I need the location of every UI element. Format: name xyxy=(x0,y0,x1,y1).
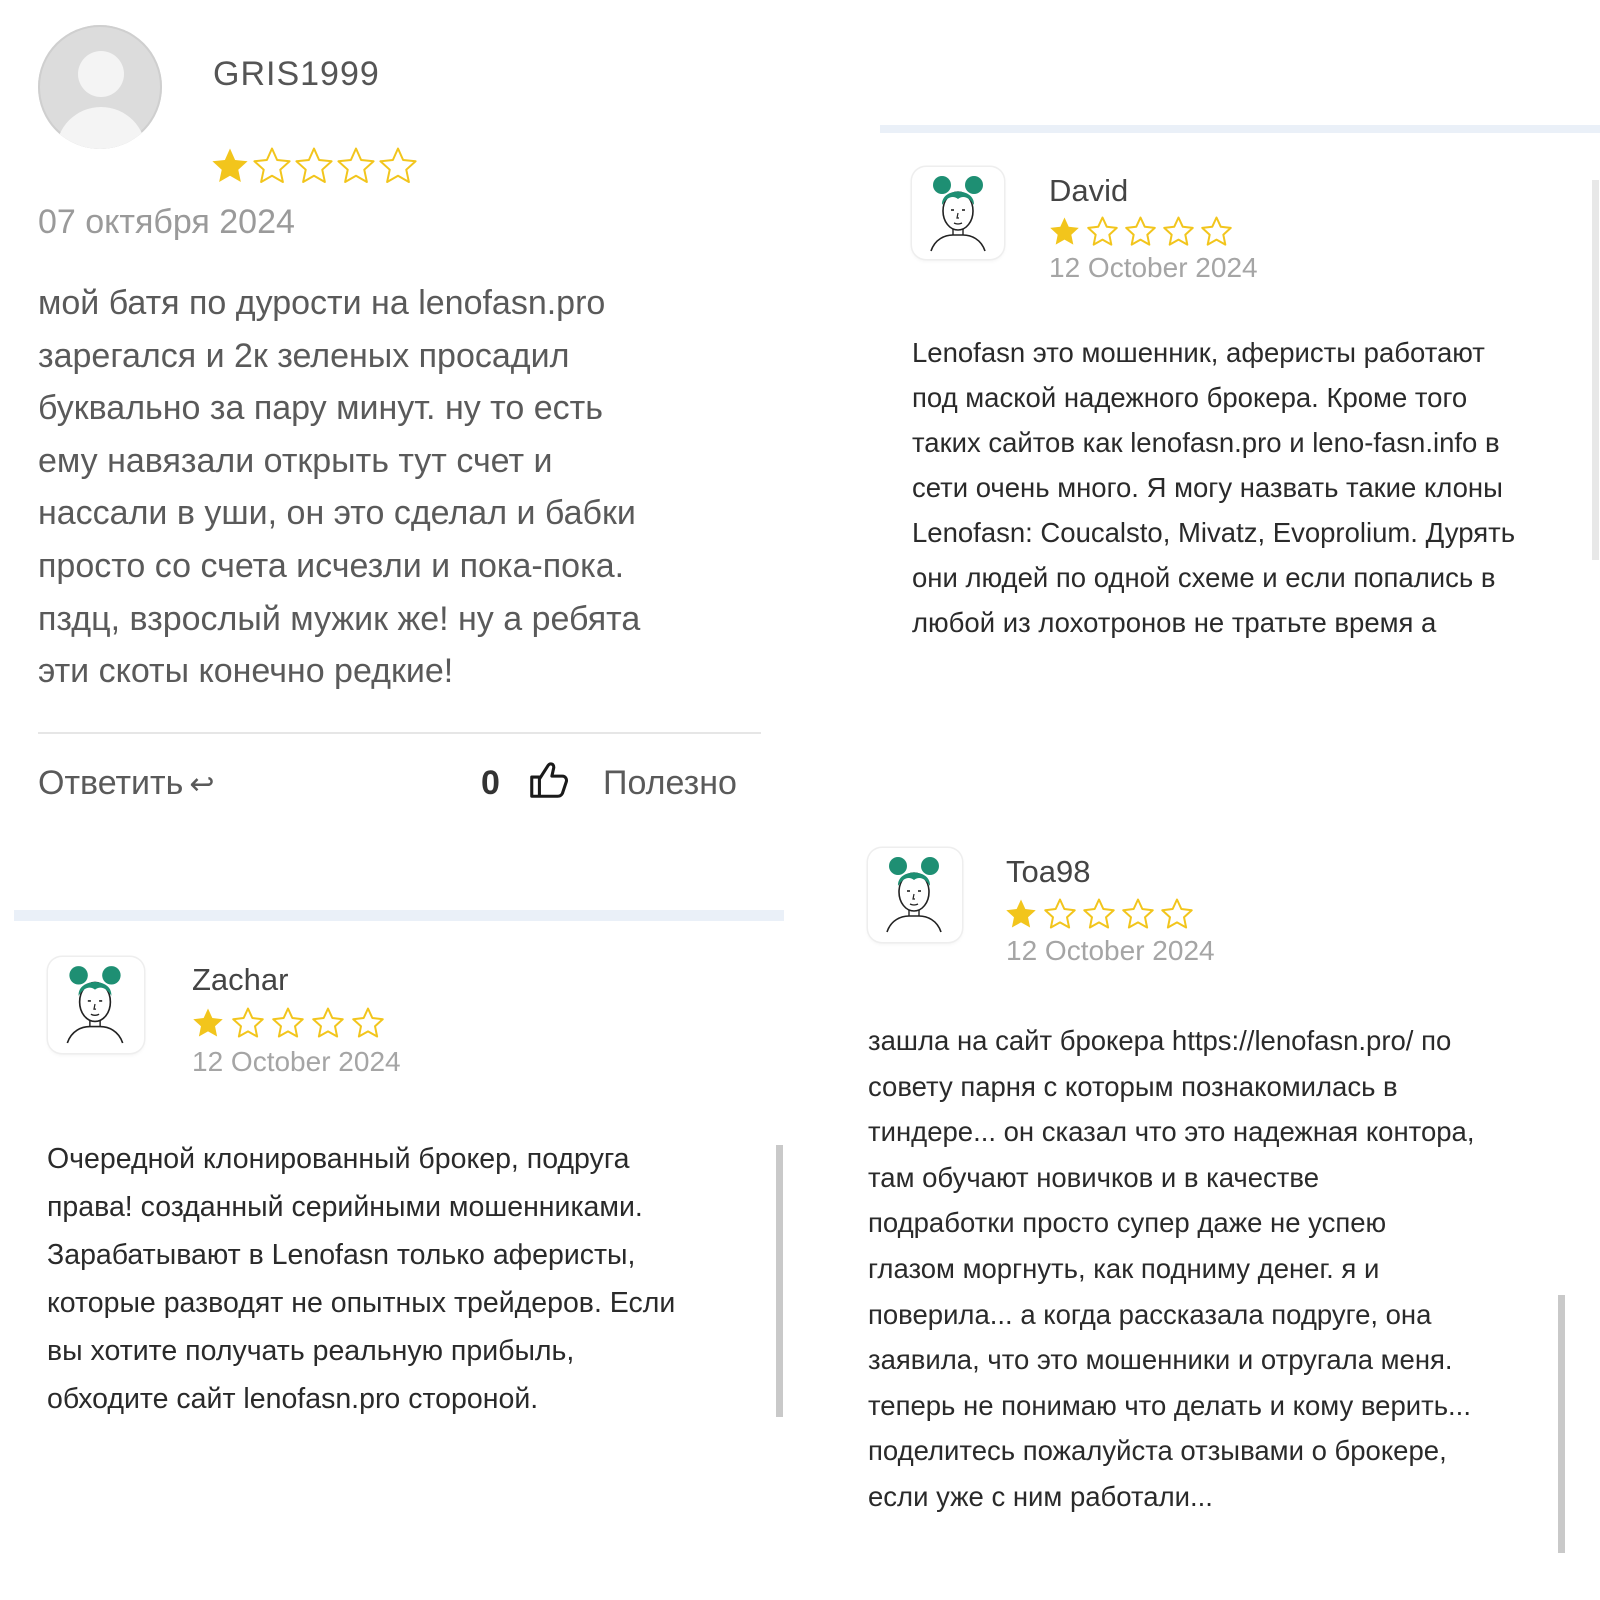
star-rating xyxy=(191,1006,385,1045)
girl-avatar-icon xyxy=(59,963,131,1045)
text-line: поделитесь пожалуйста отзывами о брокере… xyxy=(868,1435,1447,1467)
star-rating xyxy=(1004,897,1194,936)
text-line: просто со счета исчезли и пока-пока. xyxy=(38,546,625,585)
star-empty-icon xyxy=(1161,898,1193,929)
review-text: зашла на сайт брокера https://lenofasn.p… xyxy=(868,1018,1474,1520)
review-collage: GRIS1999 07 октября 2024 мой батя по дур… xyxy=(0,0,1600,1600)
text-line: эти скоты конечно редкие! xyxy=(38,652,454,691)
star-empty-icon xyxy=(379,147,417,183)
girl-avatar-icon xyxy=(879,854,949,934)
scrollbar[interactable] xyxy=(1592,180,1599,560)
review-text: Очередной клонированный брокер, подруга … xyxy=(47,1135,675,1423)
card-top-border xyxy=(880,125,1600,133)
text-line: под маской надежного брокера. Кроме того xyxy=(912,382,1468,413)
star-empty-icon xyxy=(1201,216,1232,246)
text-line: заявила, что это мошенники и отругала ме… xyxy=(868,1344,1453,1376)
text-line: Lenofasn это мошенник, аферисты работают xyxy=(912,337,1485,368)
avatar xyxy=(48,957,144,1053)
text-line: вы хотите получать реальную прибыль, xyxy=(47,1335,575,1367)
review-text: мой батя по дурости на lenofasn.pro заре… xyxy=(38,277,768,698)
review-card-gris: GRIS1999 07 октября 2024 мой батя по дур… xyxy=(0,0,800,805)
star-rating xyxy=(210,146,418,191)
text-line: нассали в уши, он это сделал и бабки xyxy=(38,494,636,533)
review-card-david: David 12 October 2024 Lenofasn это мошен… xyxy=(880,125,1600,665)
divider xyxy=(38,732,761,734)
text-line: поверила... а когда рассказала подруге, … xyxy=(868,1298,1432,1330)
review-author: David xyxy=(1049,173,1129,208)
avatar xyxy=(912,167,1004,259)
text-line: Зарабатывают в Lenofasn только аферисты, xyxy=(47,1239,636,1271)
text-line: мой батя по дурости на lenofasn.pro xyxy=(38,284,606,322)
review-author: Zachar xyxy=(192,962,289,997)
text-line: зашла на сайт брокера https://lenofasn.p… xyxy=(868,1025,1452,1056)
review-date: 12 October 2024 xyxy=(1006,935,1215,966)
star-empty-icon xyxy=(272,1007,304,1038)
text-line: права! созданный серийными мошенниками. xyxy=(47,1191,643,1223)
review-card-zachar: Zachar 12 October 2024 Очередной клониро… xyxy=(14,910,804,1430)
review-card-toa: Toa98 12 October 2024 зашла на сайт брок… xyxy=(860,840,1600,1570)
star-empty-icon xyxy=(1044,898,1076,929)
scrollbar[interactable] xyxy=(1558,1295,1565,1553)
text-line: буквально за пару минут. ну то есть xyxy=(38,389,603,428)
text-line: глазом моргнуть, как подниму денег. я и xyxy=(868,1252,1380,1284)
reply-arrow-icon: ↩ xyxy=(189,768,215,801)
star-filled-icon xyxy=(1006,899,1036,928)
avatar xyxy=(868,848,962,942)
text-line: Очередной клонированный брокер, подруга xyxy=(47,1143,630,1175)
text-line: сети очень много. Я могу назвать такие к… xyxy=(912,472,1503,503)
text-line: любой из лохотронов не тратьте время а xyxy=(912,607,1437,638)
reply-button[interactable]: Ответить ↩ xyxy=(38,764,214,803)
thumbs-up-icon[interactable] xyxy=(526,756,572,802)
reply-label: Ответить xyxy=(38,764,184,802)
review-text: Lenofasn это мошенник, аферисты работают… xyxy=(912,330,1515,645)
review-author: GRIS1999 xyxy=(213,55,380,93)
star-empty-icon xyxy=(352,1007,384,1038)
star-empty-icon xyxy=(312,1007,344,1038)
star-empty-icon xyxy=(337,147,375,183)
text-line: пздц, взрослый мужик же! ну а ребята xyxy=(38,599,641,638)
star-empty-icon xyxy=(1163,216,1194,246)
text-line: совету парня с которым познакомилась в xyxy=(868,1070,1398,1102)
text-line: обходите сайт lenofasn.pro стороной. xyxy=(47,1383,539,1415)
star-rating xyxy=(1048,215,1233,253)
text-line: если уже с ним работали... xyxy=(868,1480,1213,1512)
star-empty-icon xyxy=(1125,216,1156,246)
stars-svg xyxy=(193,1007,384,1038)
stars-svg xyxy=(1050,216,1232,246)
star-empty-icon xyxy=(1087,216,1118,246)
star-empty-icon xyxy=(1122,898,1154,929)
star-filled-icon xyxy=(1050,217,1079,245)
text-line: теперь не понимаю что делать и кому вери… xyxy=(868,1389,1471,1421)
review-actions: Ответить ↩ 0 Полезно xyxy=(38,762,761,805)
girl-avatar-icon xyxy=(923,173,993,253)
star-empty-icon xyxy=(232,1007,264,1038)
likes-count: 0 xyxy=(481,764,500,802)
review-date: 07 октября 2024 xyxy=(38,203,295,241)
text-line: ему навязали открыть тут счет и xyxy=(38,441,553,480)
stars-svg xyxy=(1006,898,1193,929)
review-author: Toa98 xyxy=(1006,854,1091,889)
stars-svg xyxy=(212,147,417,183)
star-empty-icon xyxy=(253,147,291,183)
text-line: подработки просто супер даже не успею xyxy=(868,1207,1387,1239)
useful-button[interactable]: Полезно xyxy=(603,764,737,803)
review-date: 12 October 2024 xyxy=(192,1046,401,1077)
text-line: Lenofasn: Coucalsto, Mivatz, Evoprolium.… xyxy=(912,517,1516,548)
text-line: там обучают новичков и в качестве xyxy=(868,1161,1319,1193)
scrollbar[interactable] xyxy=(776,1145,783,1417)
star-empty-icon xyxy=(295,147,333,183)
star-filled-icon xyxy=(212,148,248,182)
text-line: они людей по одной схеме и если попались… xyxy=(912,562,1496,593)
text-line: тиндере... он сказал что это надежная ко… xyxy=(868,1116,1475,1148)
text-line: зарегался и 2к зеленых просадил xyxy=(38,336,570,375)
star-empty-icon xyxy=(1083,898,1115,929)
text-line: которые разводят не опытных трейдеров. Е… xyxy=(47,1287,676,1319)
text-line: таких сайтов как lenofasn.pro и leno-fas… xyxy=(912,427,1500,458)
avatar xyxy=(38,25,162,149)
star-filled-icon xyxy=(193,1008,223,1037)
review-date: 12 October 2024 xyxy=(1049,252,1258,283)
card-top-border xyxy=(14,910,784,921)
